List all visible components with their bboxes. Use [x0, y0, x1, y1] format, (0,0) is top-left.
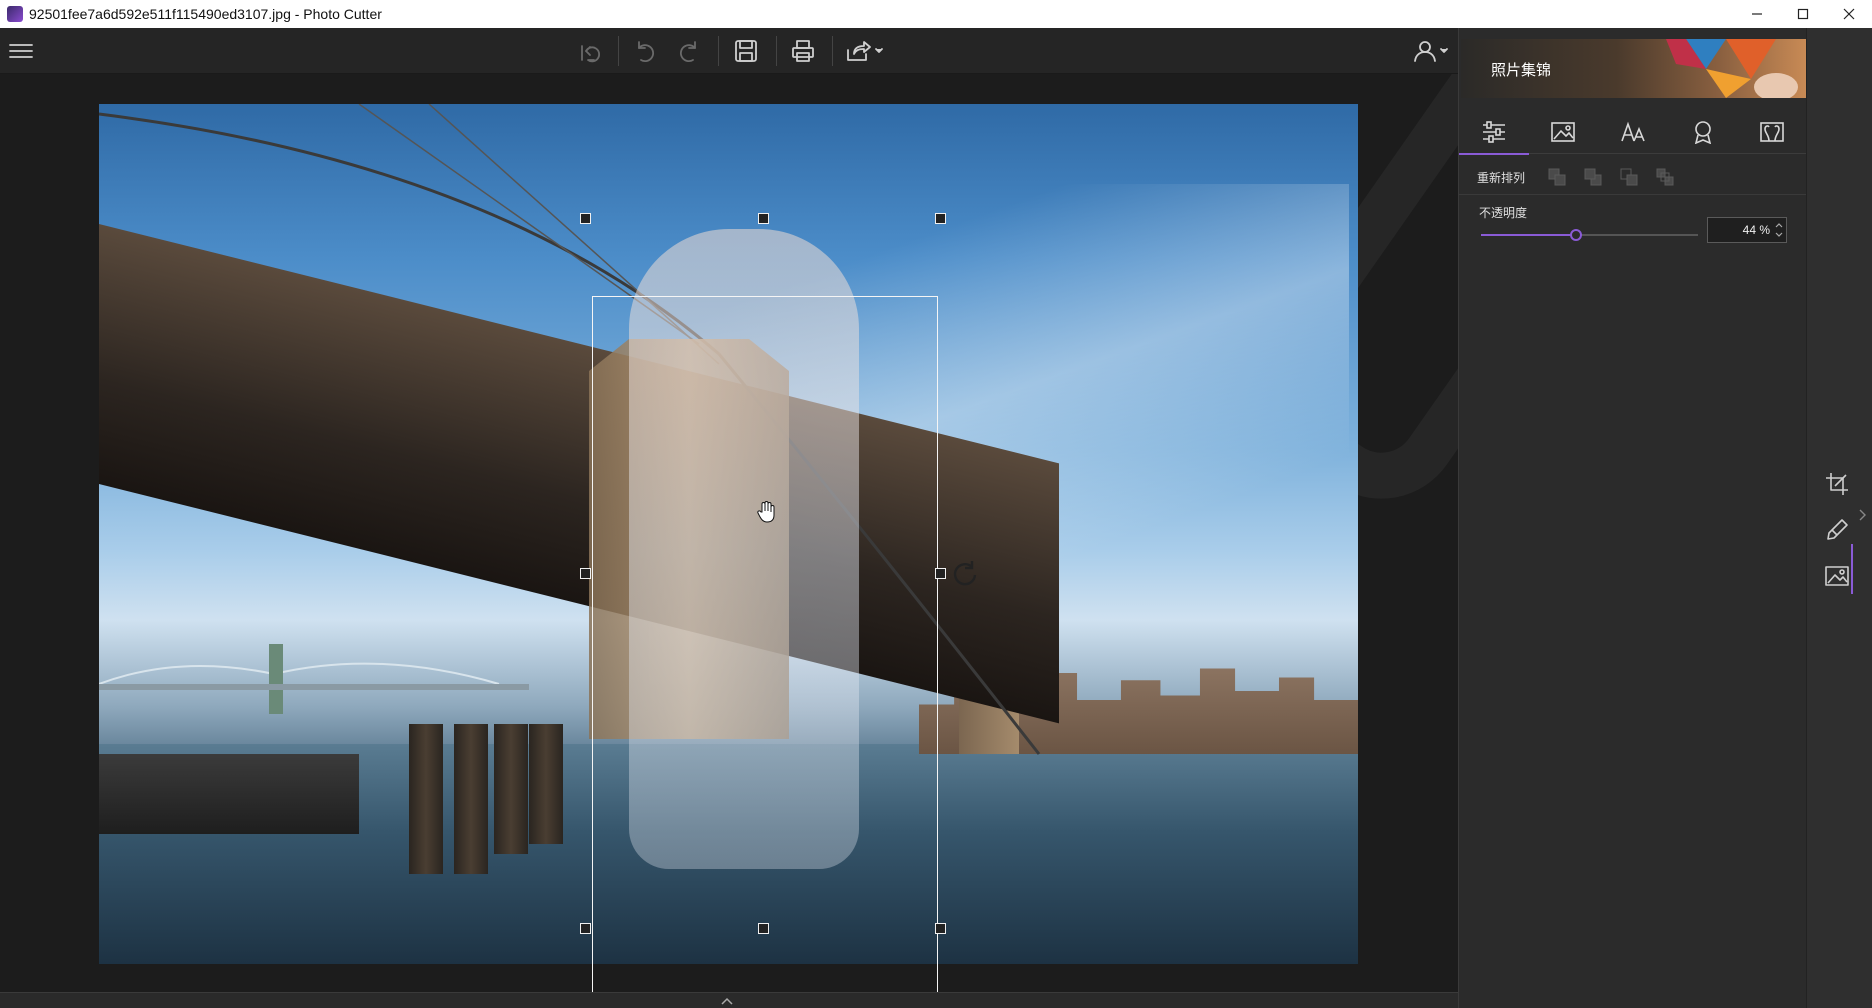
image-icon: [1551, 122, 1576, 142]
close-button[interactable]: [1826, 0, 1872, 28]
brush-icon: [1827, 519, 1848, 540]
chevron-right-icon: [1859, 509, 1866, 521]
bring-to-front-button[interactable]: [1539, 164, 1575, 190]
maximize-button[interactable]: [1780, 0, 1826, 28]
app-icon: [7, 6, 23, 22]
share-icon: [847, 41, 883, 61]
arrange-row: 重新排列: [1477, 162, 1683, 192]
layer-selection-box[interactable]: [592, 296, 938, 992]
bring-forward-icon: [1584, 168, 1602, 186]
resize-handle-right[interactable]: [935, 568, 946, 579]
arrange-label: 重新排列: [1477, 170, 1526, 185]
crop-tool-button[interactable]: [1819, 466, 1855, 502]
opacity-value: 44 %: [1742, 223, 1770, 237]
properties-panel: 照片集锦 重新排列 不透明度 44 %: [1458, 28, 1807, 1008]
active-tool-indicator: [1851, 544, 1853, 594]
send-to-back-icon: [1656, 168, 1674, 186]
tab-sticker[interactable]: [1668, 110, 1738, 154]
rotate-handle[interactable]: [950, 558, 980, 588]
toolbar-separator: [618, 36, 619, 66]
resize-handle-bottom-left[interactable]: [580, 923, 591, 934]
save-button[interactable]: [729, 35, 763, 67]
rotate-icon: [953, 561, 977, 586]
send-to-back-button[interactable]: [1647, 164, 1683, 190]
undo-icon: [638, 41, 654, 63]
toolbar-separator: [718, 36, 719, 66]
tab-frame[interactable]: [1737, 110, 1807, 154]
print-button[interactable]: [786, 35, 820, 67]
background-tool-button[interactable]: [1819, 558, 1855, 594]
editing-canvas[interactable]: [0, 74, 1458, 992]
bring-to-front-icon: [1548, 168, 1566, 186]
menu-button[interactable]: [4, 35, 38, 67]
opacity-slider-thumb[interactable]: [1570, 229, 1583, 241]
minimize-button[interactable]: [1734, 0, 1780, 28]
title-bar: 92501fee7a6d592e511f115490ed3107.jpg - P…: [0, 0, 1872, 28]
chevron-up-icon: [721, 997, 733, 1005]
resize-handle-left[interactable]: [580, 568, 591, 579]
opacity-slider[interactable]: [1481, 228, 1698, 242]
toolbar-separator: [776, 36, 777, 66]
bring-forward-button[interactable]: [1575, 164, 1611, 190]
resize-handle-bottom[interactable]: [758, 923, 769, 934]
opacity-input[interactable]: 44 %: [1707, 217, 1787, 243]
crop-icon: [1826, 473, 1848, 495]
share-button[interactable]: [842, 35, 888, 67]
undo-all-icon: [581, 45, 601, 63]
undo-button[interactable]: [628, 35, 662, 67]
panel-tabs: [1459, 110, 1807, 155]
send-backward-button[interactable]: [1611, 164, 1647, 190]
print-icon: [792, 40, 814, 62]
menu-icon: [9, 44, 33, 58]
background-icon: [1825, 566, 1849, 586]
hand-cursor-icon: [757, 501, 775, 523]
opacity-spinner[interactable]: [1774, 220, 1784, 240]
user-account-button[interactable]: [1410, 35, 1454, 67]
brush-tool-button[interactable]: [1819, 512, 1855, 548]
adjust-icon: [1482, 121, 1505, 143]
banner-text: 照片集锦: [1491, 62, 1552, 79]
main-toolbar: [0, 28, 1458, 74]
rail-expand-button[interactable]: [1857, 508, 1867, 527]
sticker-icon: [1694, 121, 1711, 144]
bottom-collapse-bar[interactable]: [0, 992, 1458, 1008]
tool-rail: [1806, 28, 1872, 1008]
window-title: 92501fee7a6d592e511f115490ed3107.jpg - P…: [29, 6, 382, 22]
text-icon: [1621, 121, 1645, 142]
opacity-label: 不透明度: [1479, 206, 1528, 220]
redo-button[interactable]: [672, 35, 706, 67]
save-icon: [735, 40, 757, 62]
panel-divider: [1459, 194, 1807, 195]
resize-handle-top-left[interactable]: [580, 213, 591, 224]
close-icon: [1843, 8, 1855, 20]
frame-icon: [1760, 122, 1784, 142]
spin-arrows-icon: [1775, 223, 1783, 237]
photo-cutter-window: 92501fee7a6d592e511f115490ed3107.jpg - P…: [0, 0, 1872, 1008]
collage-banner[interactable]: 照片集锦: [1461, 39, 1806, 98]
minimize-icon: [1752, 13, 1762, 15]
toolbar-separator: [832, 36, 833, 66]
undo-all-button[interactable]: [572, 35, 606, 67]
tab-image[interactable]: [1529, 110, 1599, 154]
opacity-slider-fill: [1481, 234, 1577, 236]
user-icon: [1414, 41, 1448, 62]
redo-icon: [680, 41, 696, 63]
resize-handle-bottom-right[interactable]: [935, 923, 946, 934]
tab-adjust[interactable]: [1459, 110, 1529, 155]
maximize-icon: [1797, 8, 1809, 20]
send-backward-icon: [1620, 168, 1638, 186]
tab-text[interactable]: [1598, 110, 1668, 154]
resize-handle-top[interactable]: [758, 213, 769, 224]
resize-handle-top-right[interactable]: [935, 213, 946, 224]
collage-graphic: [1666, 39, 1798, 98]
